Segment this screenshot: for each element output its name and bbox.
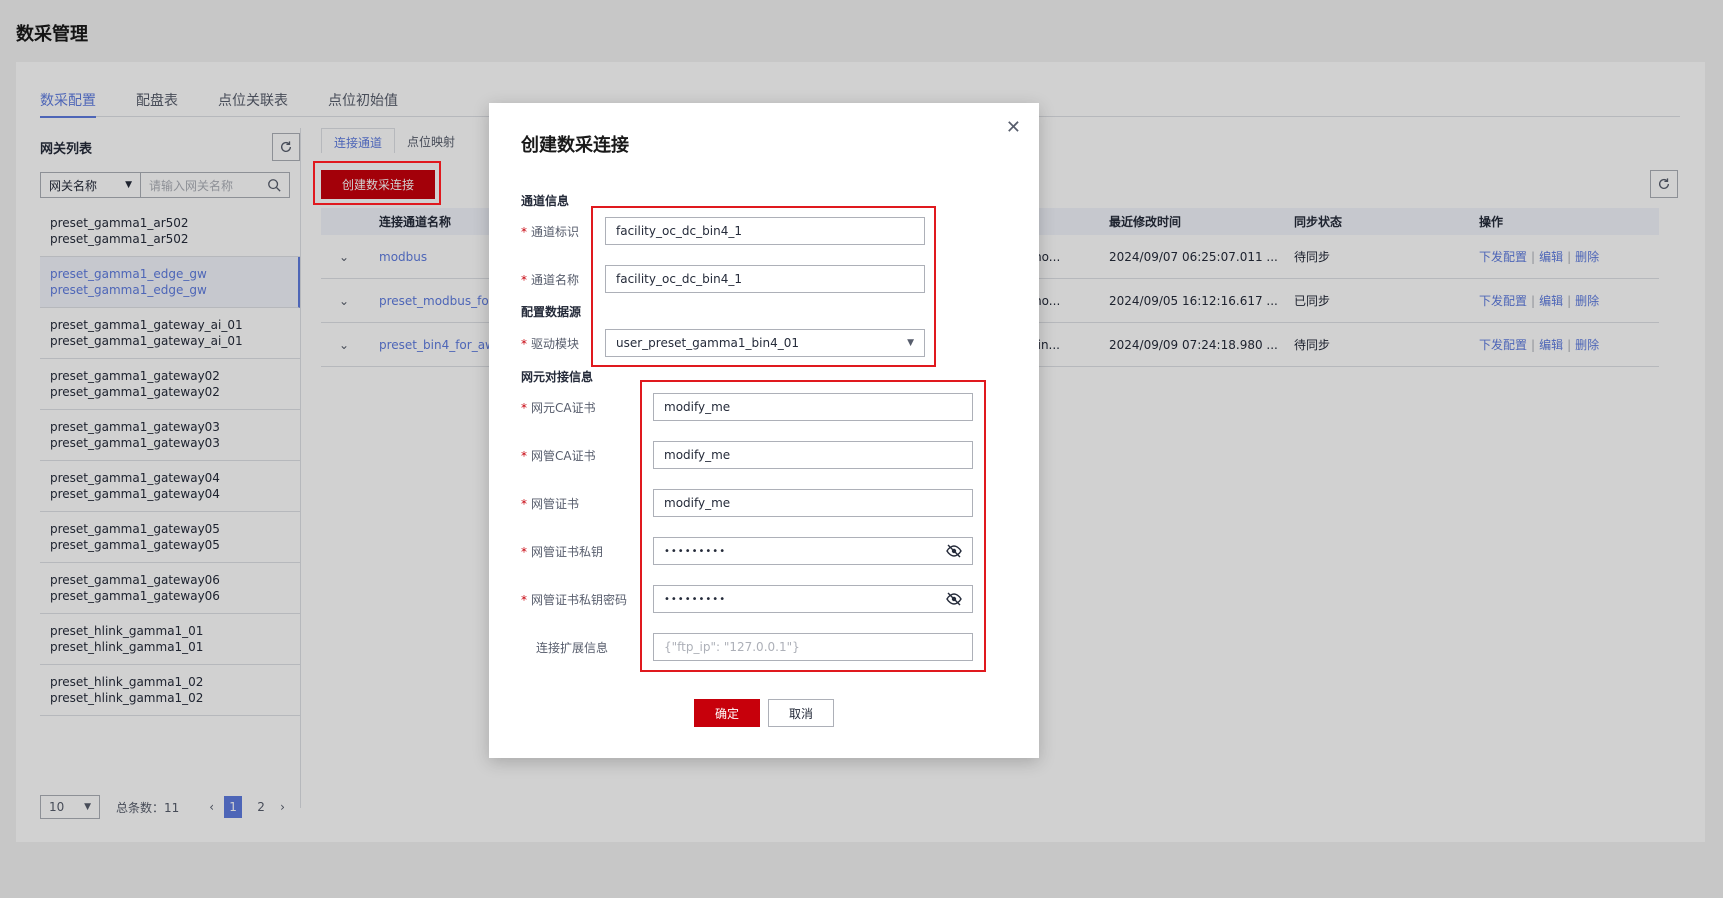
confirm-button[interactable]: 确定 bbox=[694, 699, 760, 727]
channel-name-input[interactable]: facility_oc_dc_bin4_1 bbox=[605, 265, 925, 293]
close-icon[interactable]: ✕ bbox=[1006, 117, 1021, 138]
ext-info-input[interactable]: {"ftp_ip": "127.0.0.1"} bbox=[653, 633, 973, 661]
highlight-box bbox=[313, 161, 441, 205]
driver-label: * 驱动模块 bbox=[521, 337, 580, 351]
password-value: ••••••••• bbox=[664, 593, 727, 605]
ne-ca-label: * 网元CA证书 bbox=[521, 401, 596, 415]
driver-select-value: user_preset_gamma1_bin4_01 bbox=[616, 336, 799, 350]
section-channel: 通道信息 bbox=[521, 194, 570, 208]
cancel-button[interactable]: 取消 bbox=[768, 699, 834, 727]
nm-key-pwd-input[interactable]: ••••••••• bbox=[653, 585, 973, 613]
channel-id-input[interactable]: facility_oc_dc_bin4_1 bbox=[605, 217, 925, 245]
create-connection-dialog: 创建数采连接 ✕ 通道信息 * 通道标识 facility_oc_dc_bin4_… bbox=[489, 103, 1039, 758]
dialog-title: 创建数采连接 bbox=[521, 135, 629, 156]
nm-key-input[interactable]: ••••••••• bbox=[653, 537, 973, 565]
nm-ca-label: * 网管CA证书 bbox=[521, 449, 596, 463]
eye-off-icon[interactable] bbox=[946, 591, 962, 607]
nm-cert-input[interactable]: modify_me bbox=[653, 489, 973, 517]
ne-ca-input[interactable]: modify_me bbox=[653, 393, 973, 421]
section-datasource: 配置数据源 bbox=[521, 305, 582, 319]
nm-cert-label: * 网管证书 bbox=[521, 497, 580, 511]
nm-key-label: * 网管证书私钥 bbox=[521, 545, 604, 559]
channel-id-label: * 通道标识 bbox=[521, 225, 580, 239]
highlight-box bbox=[640, 380, 986, 672]
eye-off-icon[interactable] bbox=[946, 543, 962, 559]
channel-name-label: * 通道名称 bbox=[521, 273, 580, 287]
password-value: ••••••••• bbox=[664, 545, 727, 557]
nm-ca-input[interactable]: modify_me bbox=[653, 441, 973, 469]
driver-select[interactable]: user_preset_gamma1_bin4_01 ▼ bbox=[605, 329, 925, 357]
caret-down-icon: ▼ bbox=[907, 338, 914, 348]
section-ne: 网元对接信息 bbox=[521, 370, 594, 384]
nm-key-pwd-label: * 网管证书私钥密码 bbox=[521, 593, 628, 607]
ext-info-label: 连接扩展信息 bbox=[536, 641, 609, 655]
